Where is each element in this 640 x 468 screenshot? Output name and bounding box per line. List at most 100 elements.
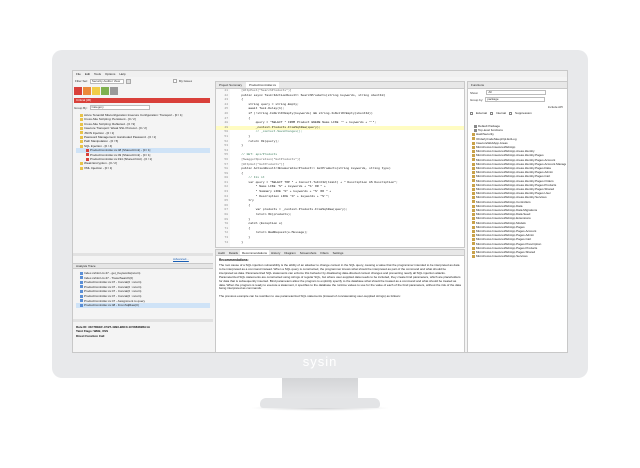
details-tab-audit[interactable]: Audit <box>216 250 227 255</box>
filter-checkbox[interactable] <box>490 111 494 115</box>
my-issues-checkbox[interactable] <box>172 79 177 83</box>
my-issues-label: My Issues <box>178 79 193 83</box>
details-tab-recommendations[interactable]: Recommendations <box>240 250 270 255</box>
details-tab-details[interactable]: Details <box>227 250 240 255</box>
recommendations-body-2: The previous example can be rewritten to… <box>219 294 401 299</box>
filter-set-label: Filter Set: <box>75 79 88 83</box>
group-by-functions-row: Group by: package <box>468 96 567 103</box>
package-icon <box>472 221 475 225</box>
line-number: 74 <box>224 240 228 244</box>
group-by-functions-select[interactable]: package <box>485 97 546 102</box>
analysis-trace-header: Analysis Trace <box>73 263 213 269</box>
trace-row-label: ProductController.cs:47 - Concat(0 : ret… <box>84 284 142 289</box>
high-tab[interactable] <box>83 87 91 95</box>
trace-step-icon <box>80 294 83 298</box>
editor-tab[interactable]: Project Summary <box>216 82 245 88</box>
function-item[interactable]: MicroFocus.InsecureWebApp.Services <box>470 254 566 258</box>
trace-scrollbar[interactable] <box>73 319 213 322</box>
trace-row-label: ProductController.cs:47 - Assignment to … <box>84 298 146 303</box>
issue-folder-icon <box>80 118 83 122</box>
function-item-label: MicroFocus.InsecureWebApp.Services <box>476 254 528 259</box>
details-tab-screenshots[interactable]: Screenshots <box>298 250 319 255</box>
trace-step-icon <box>80 280 83 284</box>
details-tab-history[interactable]: History <box>269 250 282 255</box>
details-tab-settings[interactable]: Settings <box>331 250 346 255</box>
trace-row-label: ProductController.cs:47 - Concat(0 : ret… <box>84 293 142 298</box>
code-area[interactable]: 41 [HttpPost("SearchProducts")] 42 public… <box>216 89 464 247</box>
tree-item-label: Azure TenantId Misconfiguration Insecure… <box>84 113 183 117</box>
tree-item-label: SQL Injection - [0 / 4] <box>84 143 113 148</box>
issue-tree: Azure TenantId Misconfiguration Insecure… <box>76 113 210 170</box>
group-by-row: Group By: Category <box>74 104 210 111</box>
tree-item-label: Password Management: Hardcoded Password … <box>84 135 157 140</box>
trace-row-label: ProductController.cs:47 - Concat(0 : ret… <box>84 289 142 294</box>
group-by-label: Group By: <box>74 105 88 110</box>
screen: File Edit Tools Options Help Filter Set: Sec… <box>72 70 568 353</box>
tree-item-label: Insecure Transport: Weak SSL Protocol - … <box>84 126 147 131</box>
filter-set-select[interactable]: Security Auditor View <box>89 78 124 84</box>
code-text: } <box>234 240 244 244</box>
toolbar: Filter Set: Security Auditor View My Iss… <box>73 77 213 85</box>
editor-tabs: Project Summary ProductController.cs <box>216 82 464 89</box>
issue-folder-icon <box>86 157 89 161</box>
package-icon <box>472 133 475 137</box>
trace-step-icon <box>80 276 83 280</box>
function-filters: External Internal Suppression <box>468 110 567 116</box>
trace-step-icon <box>80 285 83 289</box>
package-icon <box>472 196 475 200</box>
issue-folder-icon <box>80 144 83 148</box>
filter-label: Suppression <box>515 111 532 115</box>
advanced-link[interactable]: Advanced... <box>173 257 189 261</box>
package-icon <box>472 242 475 246</box>
tree-item-label: XML Injection - [0 / 1] <box>84 165 113 170</box>
filter-label: External <box>476 111 488 115</box>
package-icon <box>472 238 475 242</box>
severity-tabs <box>74 87 118 95</box>
show-row: Show: All <box>468 89 567 96</box>
include-api-label: Include API <box>547 104 563 109</box>
group-by-select[interactable]: Category <box>89 105 150 110</box>
include-api-row: Include API <box>468 103 567 110</box>
tree-item-label: ProductController.cs:48 (Shared.html) - … <box>90 148 151 153</box>
trace-row-label: ProductController.cs:47 - Concat(0 : ret… <box>84 280 142 285</box>
editor-tab[interactable]: ProductController.cs <box>246 82 280 88</box>
trace-row[interactable]: ProductController.cs:48 - FromSqlRaw(0) <box>76 303 210 308</box>
issue-fields: Rule ID: 31F7DEEF-C527-4993-B8C0-1C58848… <box>76 325 210 338</box>
tree-scrollbar[interactable] <box>73 253 213 256</box>
details-tab-filters[interactable]: Filters <box>318 250 330 255</box>
issue-folder-icon <box>80 113 83 117</box>
brand-label: sysin <box>302 354 338 369</box>
functions-tree: Default Package Top-level functions HashSe… <box>470 124 566 259</box>
issues-panel: Critical [36] Group By: Category Azure T… <box>73 85 213 352</box>
issue-folder-icon <box>80 122 83 126</box>
low-tab[interactable] <box>101 87 109 95</box>
tree-item[interactable]: XML Injection - [0 / 1] <box>76 166 210 170</box>
all-tab[interactable] <box>110 87 118 95</box>
monitor-neck <box>282 378 358 400</box>
filter-checkbox[interactable] <box>509 111 513 115</box>
filter-checkbox[interactable] <box>470 111 473 115</box>
details-tab-diagram[interactable]: Diagram <box>282 250 297 255</box>
package-icon <box>472 255 475 258</box>
trace-step-icon <box>80 290 83 294</box>
trace-row-label: Index.cshtml.cs:47 - Trace/Search(0) <box>84 275 134 280</box>
trace-step-icon <box>80 271 83 275</box>
code-line[interactable]: 74 } <box>216 241 464 246</box>
medium-tab[interactable] <box>92 87 100 95</box>
filter-edit-button[interactable] <box>125 78 131 84</box>
trace-step-icon <box>80 303 83 307</box>
issue-folder-icon <box>80 135 83 139</box>
issue-folder-icon <box>80 166 83 170</box>
package-icon <box>472 137 475 141</box>
issue-folder-icon <box>80 131 83 135</box>
tree-item-label: Cross-Site Scripting: Reflected - [0 / 9… <box>84 121 136 126</box>
recommendations-body-1: The root cause of a SQL injection vulner… <box>219 263 461 291</box>
issue-folder-icon <box>86 148 89 152</box>
analysis-trace-list: Index.cshtml.cs:47 - get_Keywords(return… <box>76 271 210 308</box>
tree-item-label: Weak Encryption - [0 / 2] <box>84 161 117 166</box>
critical-tab[interactable] <box>74 87 82 95</box>
show-select[interactable]: All <box>486 90 547 95</box>
package-icon <box>472 154 475 158</box>
tree-item-label: JSON Injection - [0 / 1] <box>84 130 115 135</box>
trace-row-label: ProductController.cs:48 - FromSqlRaw(0) <box>84 303 139 308</box>
